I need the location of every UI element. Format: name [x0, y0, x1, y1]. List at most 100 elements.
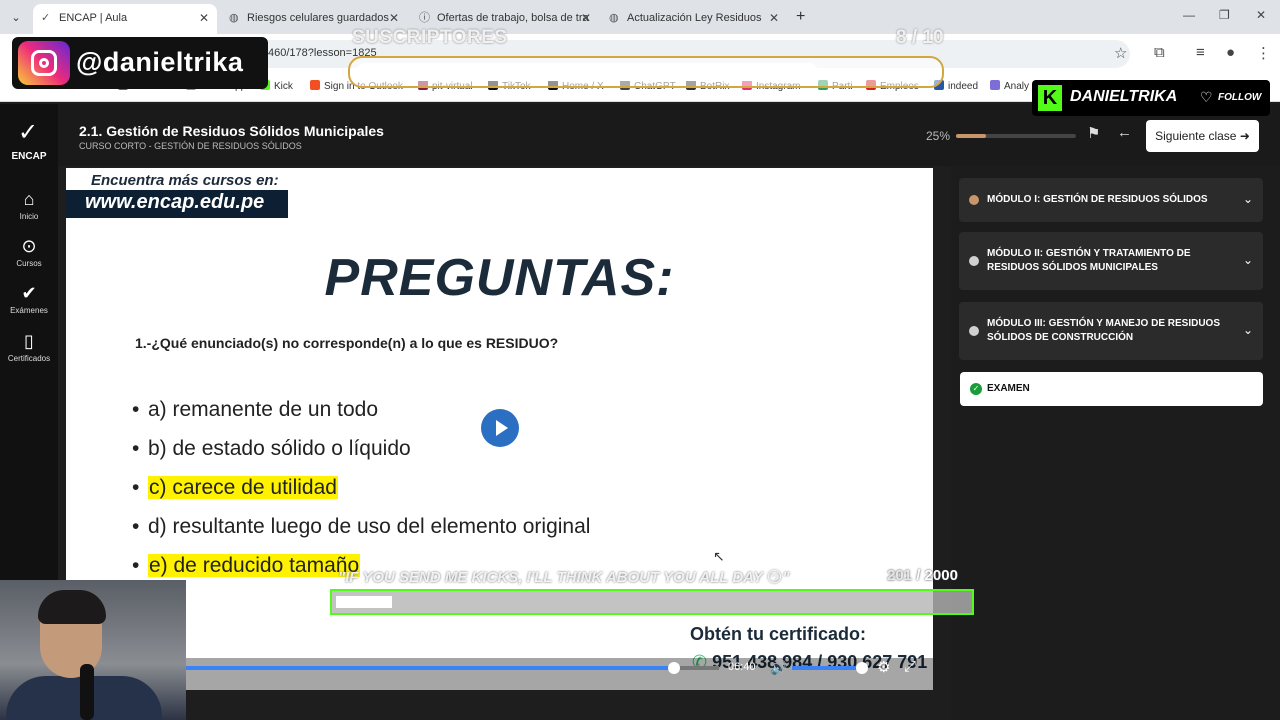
- volume-slider[interactable]: [792, 666, 862, 670]
- mouse-cursor-icon: ↖: [713, 548, 725, 564]
- tab-label: Actualización Ley Residuos: [627, 12, 762, 24]
- nav-item-cursos[interactable]: ⊙ Cursos: [0, 235, 58, 268]
- home-icon: ⌂: [23, 189, 35, 209]
- progress-percent: 25%: [926, 129, 951, 143]
- slide-question: 1.-¿Qué enunciado(s) no corresponde(n) a…: [135, 335, 559, 351]
- browser-tab-encap[interactable]: ✓ ENCAP | Aula ✕: [33, 4, 217, 34]
- seek-handle[interactable]: [668, 662, 680, 674]
- exam-label: EXAMEN: [987, 383, 1030, 394]
- modules-sidebar: MÓDULO I: GESTIÓN DE RESIDUOS SÓLIDOS ⌄ …: [951, 166, 1280, 720]
- kick-overlay: K DANIELTRIKA ♡ FOLLOW: [1032, 80, 1270, 116]
- seek-bar[interactable]: [184, 666, 719, 670]
- chevron-down-icon[interactable]: ⌄: [1243, 192, 1253, 206]
- certificate-text: Obtén tu certificado:: [690, 624, 867, 644]
- microphone-icon: [80, 664, 94, 720]
- nav-item-inicio[interactable]: ⌂ Inicio: [0, 188, 58, 221]
- chevron-down-icon[interactable]: ⌄: [1243, 253, 1253, 267]
- bookmark-analytics[interactable]: Analy: [990, 80, 1029, 92]
- browser-tab-actualizacion[interactable]: ◍ Actualización Ley Residuos ✕: [601, 4, 787, 34]
- webcam-feed: [0, 580, 186, 720]
- nav-label: Exámenes: [10, 306, 48, 315]
- extensions-icon[interactable]: ⧉: [1154, 44, 1165, 61]
- volume-icon[interactable]: 🔊: [770, 659, 787, 676]
- module-status-pending-icon: [969, 326, 979, 336]
- close-window-icon[interactable]: ✕: [1256, 8, 1266, 22]
- fullscreen-icon[interactable]: ⤢: [904, 658, 916, 675]
- next-class-button[interactable]: Siguiente clase ➜: [1146, 120, 1259, 152]
- info-icon: ⓘ: [419, 12, 430, 24]
- new-tab-button[interactable]: +: [796, 8, 805, 26]
- star-icon[interactable]: ☆: [1114, 44, 1127, 62]
- globe-icon: ◍: [609, 12, 619, 24]
- module-status-done-icon: [969, 195, 979, 205]
- course-title: 2.1. Gestión de Residuos Sólidos Municip…: [79, 123, 384, 139]
- back-arrow-icon[interactable]: ←: [1117, 124, 1132, 141]
- arrow-right-icon: ➜: [1239, 129, 1250, 143]
- play-circle-icon: ⊙: [21, 236, 37, 256]
- kick-goal-fill: [336, 596, 392, 608]
- avatar[interactable]: ●: [1226, 44, 1235, 61]
- promo-top-text: Encuentra más cursos en:: [91, 172, 279, 189]
- instagram-handle: @danieltrika: [76, 47, 244, 77]
- minimize-icon[interactable]: —: [1183, 8, 1195, 22]
- tab-label: Ofertas de trabajo, bolsa de tra: [437, 12, 589, 24]
- nav-label: Inicio: [19, 212, 39, 221]
- tab-label: Riesgos celulares guardados: [247, 12, 389, 24]
- module-status-pending-icon: [969, 256, 979, 266]
- seek-bar-played: [184, 666, 677, 670]
- course-progress-fill: [956, 134, 986, 138]
- answer-option-d: • d) resultante luego de uso del elemento…: [132, 515, 591, 538]
- nav-item-examenes[interactable]: ✔ Exámenes: [0, 282, 58, 315]
- answer-option-e: • e) de reducido tamaño: [132, 554, 361, 577]
- close-icon[interactable]: ✕: [581, 4, 591, 32]
- volume-handle[interactable]: [856, 662, 868, 674]
- nav-item-certificados[interactable]: ▯ Certificados: [0, 330, 58, 363]
- subscribers-goal-count: 8 / 10: [896, 27, 944, 48]
- browser-tab-bar: ⌄ ✓ ENCAP | Aula ✕ ◍ Riesgos celulares g…: [0, 0, 1280, 34]
- module-3[interactable]: MÓDULO III: GESTIÓN Y MANEJO DE RESIDUOS…: [959, 302, 1263, 360]
- microsoft-icon: [310, 80, 320, 90]
- tab-search-icon[interactable]: ⌄: [6, 8, 26, 28]
- restore-icon[interactable]: ❐: [1219, 8, 1230, 22]
- screen: ⌄ ✓ ENCAP | Aula ✕ ◍ Riesgos celulares g…: [0, 0, 1280, 720]
- answer-option-b: • b) de estado sólido o líquido: [132, 437, 411, 460]
- module-label: MÓDULO I: GESTIÓN DE RESIDUOS SÓLIDOS: [987, 194, 1208, 205]
- playback-time: 06:40: [728, 661, 756, 673]
- subscribers-goal-label: SUSCRIPTORES: [352, 27, 508, 48]
- check-icon: ✔: [21, 283, 37, 303]
- heart-icon: ♡: [1200, 89, 1213, 105]
- media-icon[interactable]: ≡: [1196, 44, 1205, 61]
- course-progress-bar: [956, 134, 1076, 138]
- slide-heading: PREGUNTAS:: [324, 249, 675, 307]
- promo-url: www.encap.edu.pe: [85, 191, 265, 213]
- tab-label: ENCAP | Aula: [59, 12, 128, 24]
- menu-icon[interactable]: ⋮: [1256, 44, 1271, 62]
- bookmark-icon: ▯: [24, 331, 34, 351]
- next-class-label: Siguiente clase: [1155, 129, 1237, 143]
- volume-level: [792, 666, 855, 670]
- analytics-icon: [990, 80, 1000, 90]
- check-circle-icon: ✓: [970, 383, 982, 395]
- kick-logo-icon: K: [1038, 85, 1062, 111]
- settings-gear-icon[interactable]: ⚙: [877, 658, 890, 676]
- course-subtitle: CURSO CORTO - GESTIÓN DE RESIDUOS SÓLIDO…: [79, 141, 302, 151]
- answer-option-c: • c) carece de utilidad: [132, 476, 338, 499]
- encap-logo-icon: ✓: [17, 119, 39, 146]
- module-label: MÓDULO III: GESTIÓN Y MANEJO DE RESIDUOS…: [987, 318, 1220, 343]
- module-label: MÓDULO II: GESTIÓN Y TRATAMIENTO DE RESI…: [987, 248, 1191, 273]
- webcam-person-hair: [38, 590, 106, 624]
- kick-goal-text: "IF YOU SEND ME KICKS, I'LL THINK ABOUT …: [338, 569, 790, 586]
- kick-follow-label: FOLLOW: [1218, 92, 1262, 103]
- chevron-down-icon[interactable]: ⌄: [1243, 323, 1253, 337]
- close-icon[interactable]: ✕: [199, 4, 209, 32]
- kick-goal-bar: [330, 589, 974, 615]
- exam-item[interactable]: ✓ EXAMEN: [960, 372, 1263, 406]
- promo-banner: Encuentra más cursos en: www.encap.edu.p…: [66, 168, 288, 218]
- module-2[interactable]: MÓDULO II: GESTIÓN Y TRATAMIENTO DE RESI…: [959, 232, 1263, 290]
- play-button[interactable]: [481, 409, 519, 447]
- flag-icon[interactable]: ⚑: [1087, 124, 1100, 142]
- module-1[interactable]: MÓDULO I: GESTIÓN DE RESIDUOS SÓLIDOS ⌄: [959, 178, 1263, 222]
- kick-goal-count: 201 / 2000: [887, 567, 958, 584]
- close-icon[interactable]: ✕: [769, 4, 779, 32]
- encap-logo-text: ENCAP: [11, 151, 47, 162]
